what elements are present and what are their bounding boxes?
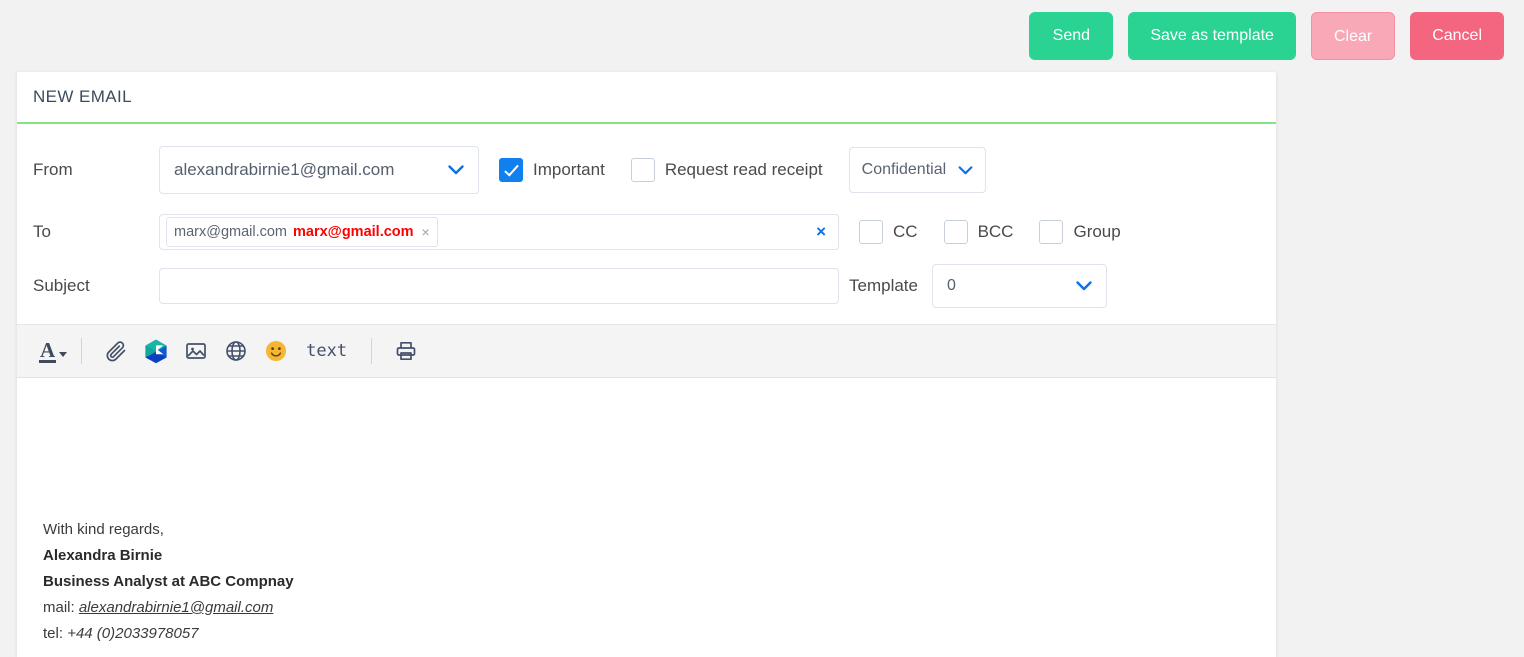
chevron-down-icon <box>958 163 973 178</box>
toolbar-separator <box>371 338 373 364</box>
bcc-label: BCC <box>977 222 1014 241</box>
signature-name: Alexandra Birnie <box>43 547 163 564</box>
confidentiality-value: Confidential <box>861 161 947 178</box>
cancel-button[interactable]: Cancel <box>1410 12 1504 60</box>
email-form: From alexandrabirnie1@gmail.com Importan… <box>17 142 1276 308</box>
signature-mail: mail: alexandrabirnie1@gmail.com <box>43 595 1250 621</box>
recipient-chip-strong: marx@gmail.com <box>293 224 414 240</box>
clear-button[interactable]: Clear <box>1310 12 1396 60</box>
read-receipt-label: Request read receipt <box>664 160 823 179</box>
read-receipt-checkbox-box <box>630 158 655 182</box>
to-row: To marx@gmail.com marx@gmail.com × × CC … <box>17 212 1276 252</box>
from-label: From <box>33 160 73 179</box>
send-button[interactable]: Send <box>1029 12 1114 60</box>
bcc-checkbox[interactable]: BCC <box>943 220 1014 244</box>
cc-checkbox[interactable]: CC <box>859 220 918 244</box>
text-color-icon[interactable]: A <box>37 337 68 363</box>
important-checkbox-box <box>499 158 523 182</box>
subject-input[interactable] <box>160 269 838 303</box>
important-checkbox[interactable]: Important <box>499 158 605 182</box>
signature-tel-label: tel: <box>43 625 64 642</box>
recipient-chip-plain: marx@gmail.com <box>174 224 288 240</box>
confidentiality-select[interactable]: Confidential <box>848 147 987 193</box>
editor-toolbar: A text <box>17 324 1276 378</box>
signature-tel: tel: +44 (0)2033978057 <box>43 621 1250 647</box>
page-title: NEW EMAIL <box>33 87 133 106</box>
template-label: Template <box>849 276 918 295</box>
from-row: From alexandrabirnie1@gmail.com Importan… <box>17 142 1276 198</box>
signature-role: Business Analyst at ABC Compnay <box>43 573 294 590</box>
signature-mail-value: alexandrabirnie1@gmail.com <box>78 599 274 616</box>
from-select[interactable]: alexandrabirnie1@gmail.com <box>159 146 479 194</box>
print-icon[interactable] <box>386 331 426 371</box>
attachment-icon[interactable] <box>96 331 136 371</box>
cc-checkbox-box <box>859 220 883 244</box>
signature-regards: With kind regards, <box>43 521 164 538</box>
subject-row: Subject Template 0 <box>17 264 1276 308</box>
bcc-checkbox-box <box>943 220 968 244</box>
template-select-value: 0 <box>946 277 956 294</box>
clear-icon[interactable]: × <box>816 222 830 242</box>
cloud-storage-icon[interactable] <box>136 331 176 371</box>
emoji-icon[interactable] <box>256 331 296 371</box>
body-empty-space <box>43 412 1250 517</box>
subject-label: Subject <box>33 276 90 295</box>
group-checkbox[interactable]: Group <box>1039 220 1121 244</box>
chevron-down-icon <box>1076 279 1092 294</box>
to-row-options: CC BCC Group <box>859 220 1147 244</box>
to-input[interactable]: marx@gmail.com marx@gmail.com × × <box>159 214 839 250</box>
mail-body-editor[interactable]: With kind regards, Alexandra Birnie Busi… <box>17 378 1276 657</box>
new-email-card: NEW EMAIL From alexandrabirnie1@gmail.co… <box>17 72 1276 657</box>
important-label: Important <box>533 160 605 179</box>
read-receipt-checkbox[interactable]: Request read receipt <box>630 158 823 182</box>
group-checkbox-box <box>1039 220 1064 244</box>
card-header: NEW EMAIL <box>17 72 1276 124</box>
chevron-down-icon <box>59 351 68 357</box>
insert-image-icon[interactable] <box>176 331 216 371</box>
save-as-template-button[interactable]: Save as template <box>1128 12 1296 60</box>
to-label: To <box>33 222 51 241</box>
signature-tel-value: +44 (0)2033978057 <box>67 625 199 642</box>
group-label: Group <box>1073 222 1121 241</box>
chevron-down-icon <box>448 163 464 178</box>
plain-text-button[interactable]: text <box>296 341 357 361</box>
signature-mail-label: mail: <box>43 599 75 616</box>
close-icon[interactable]: × <box>422 224 430 240</box>
from-row-options: Important Request read receipt Confident… <box>499 147 987 193</box>
insert-link-icon[interactable] <box>216 331 256 371</box>
cc-label: CC <box>893 222 918 241</box>
recipient-chip[interactable]: marx@gmail.com marx@gmail.com × <box>166 217 438 247</box>
from-select-value: alexandrabirnie1@gmail.com <box>174 160 395 179</box>
template-select[interactable]: 0 <box>931 264 1107 308</box>
toolbar-separator <box>81 338 83 364</box>
subject-field[interactable] <box>159 268 839 304</box>
text-color-glyph: A <box>39 337 57 363</box>
action-bar: Send Save as template Clear Cancel <box>0 0 1524 72</box>
